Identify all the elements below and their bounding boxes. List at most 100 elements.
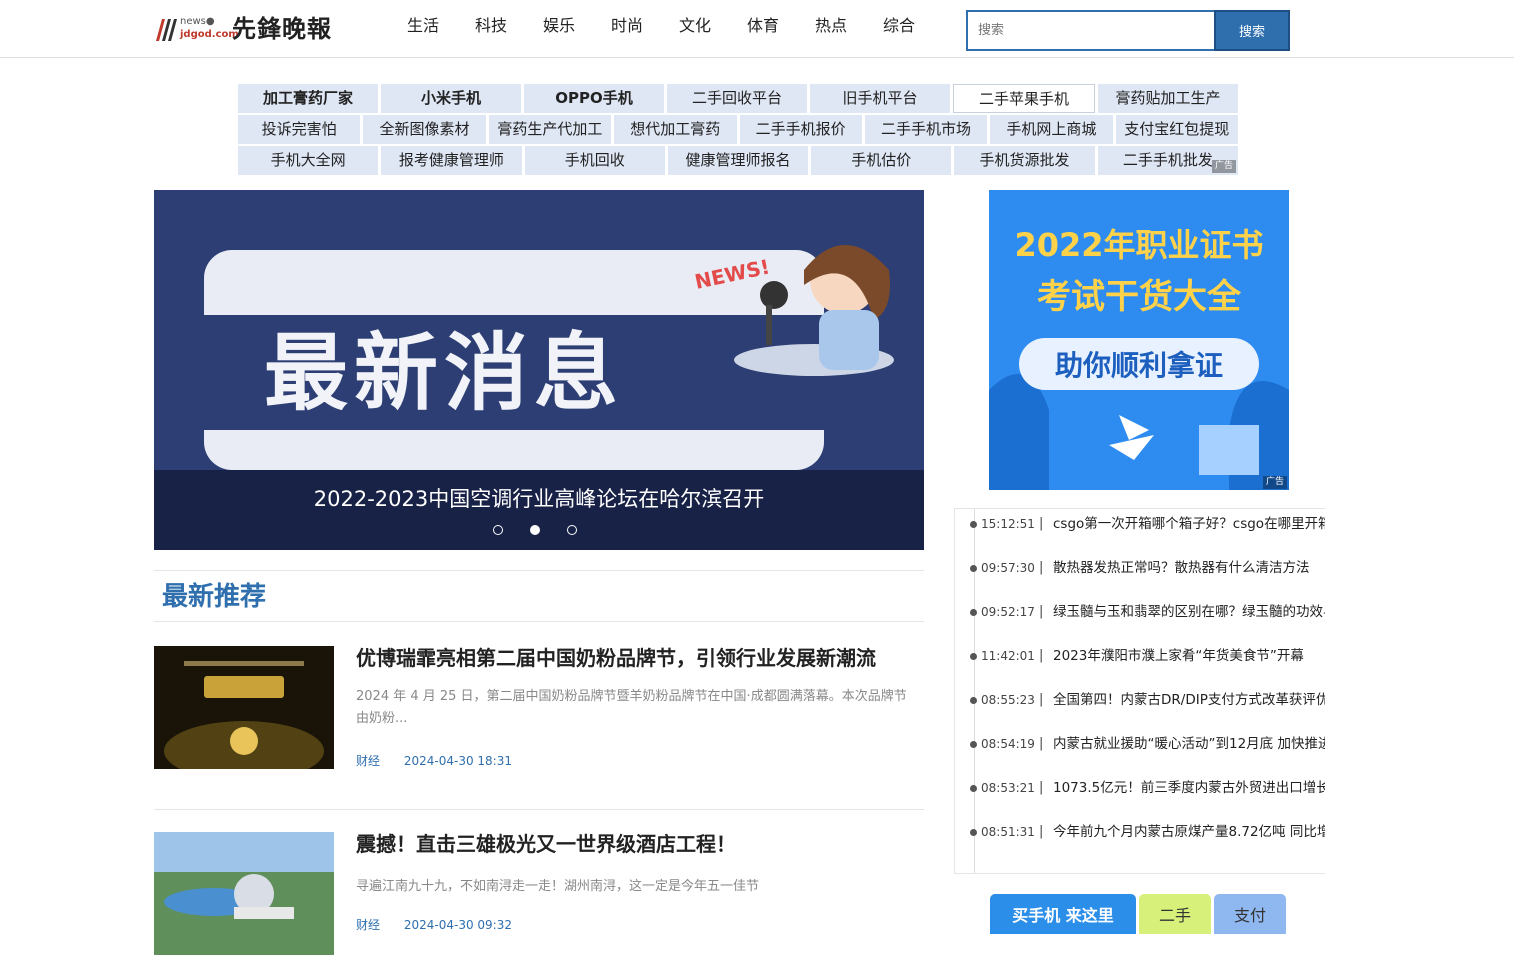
- article-thumbnail[interactable]: [154, 832, 334, 955]
- keyword-link[interactable]: 手机货源批发: [954, 146, 1095, 175]
- article-item: 震撼！直击三雄极光又一世界级酒店工程！ 寻遍江南九十九，不如南浔走一走！湖州南浔…: [154, 832, 924, 972]
- news-title[interactable]: csgo第一次开箱哪个箱子好？csgo在哪里开箱: [1053, 513, 1325, 535]
- news-title[interactable]: 绿玉髓与玉和翡翠的区别在哪？绿玉髓的功效与作用: [1053, 601, 1325, 623]
- keyword-link[interactable]: 手机回收: [524, 146, 665, 175]
- news-title[interactable]: 全国第四！内蒙古DR/DIP支付方式改革获评优秀: [1053, 689, 1325, 711]
- separator: |: [1039, 780, 1044, 795]
- article-date: 2024-04-30 18:31: [403, 754, 512, 768]
- site-logo[interactable]: news● jdgod.com 先鋒晚報: [154, 12, 334, 46]
- keyword-link[interactable]: 旧手机平台: [810, 84, 950, 113]
- bullet-icon: [970, 609, 977, 616]
- keyword-link[interactable]: 膏药生产代加工: [488, 115, 612, 144]
- side-advertisement[interactable]: 2022年职业证书 考试干货大全 助你顺利拿证 广告: [989, 190, 1289, 490]
- article-category[interactable]: 财经: [356, 918, 380, 932]
- keyword-link[interactable]: 二手苹果手机: [953, 84, 1095, 113]
- separator: |: [1039, 692, 1044, 707]
- search-box: 搜索: [966, 10, 1290, 51]
- nav-item-culture[interactable]: 文化: [661, 14, 729, 38]
- slider-dot[interactable]: [567, 525, 577, 535]
- article-item: 优博瑞霏亮相第二届中国奶粉品牌节，引领行业发展新潮流 2024 年 4 月 25…: [154, 646, 924, 786]
- ad-label: 广告: [1263, 476, 1288, 489]
- keyword-link[interactable]: 手机网上商城: [990, 115, 1113, 144]
- keyword-link[interactable]: 支付宝红包提现: [1115, 115, 1238, 144]
- keyword-link[interactable]: 投诉完害怕: [238, 115, 361, 144]
- promo-button-second-hand[interactable]: 二手: [1139, 894, 1211, 934]
- keyword-link[interactable]: 健康管理师报名: [667, 146, 809, 175]
- news-item[interactable]: 08:53:21 | 1073.5亿元！前三季度内蒙古外贸进出口增长: [969, 777, 1325, 799]
- bullet-icon: [970, 565, 977, 572]
- news-item[interactable]: 11:42:01 | 2023年濮阳市濮上家肴“年货美食节”开幕: [969, 645, 1325, 667]
- article-meta: 财经 2024-04-30 09:32: [356, 916, 532, 933]
- nav-item-sports[interactable]: 体育: [729, 14, 797, 38]
- news-title[interactable]: 1073.5亿元！前三季度内蒙古外贸进出口增长: [1053, 777, 1325, 799]
- article-meta: 财经 2024-04-30 18:31: [356, 752, 532, 769]
- nav-item-tech[interactable]: 科技: [457, 14, 525, 38]
- bullet-icon: [970, 829, 977, 836]
- news-item[interactable]: 09:52:17 | 绿玉髓与玉和翡翠的区别在哪？绿玉髓的功效与作用: [969, 601, 1325, 623]
- news-item[interactable]: 08:51:31 | 今年前九个月内蒙古原煤产量8.72亿吨 同比增长: [969, 821, 1325, 843]
- search-input[interactable]: [966, 10, 1214, 51]
- news-slider[interactable]: 最新消息 NEWS! 2022-2023中国空调行业高峰论坛在哈尔滨召开: [154, 190, 924, 550]
- news-item[interactable]: 08:54:19 | 内蒙古就业援助“暖心活动”到12月底 加快推进: [969, 733, 1325, 755]
- news-title[interactable]: 2023年濮阳市濮上家肴“年货美食节”开幕: [1053, 645, 1304, 667]
- keyword-link[interactable]: 想代加工膏药: [614, 115, 737, 144]
- keyword-link[interactable]: 二手手机市场: [864, 115, 988, 144]
- separator: |: [1039, 516, 1044, 531]
- section-header: 最新推荐: [154, 570, 924, 622]
- slider-banner-text: 最新消息: [264, 324, 624, 422]
- ad-banner-image: 2022年职业证书 考试干货大全 助你顺利拿证: [989, 190, 1289, 490]
- article-thumbnail[interactable]: [154, 646, 334, 769]
- keyword-link[interactable]: 加工膏药厂家: [238, 84, 378, 113]
- keyword-link[interactable]: 小米手机: [381, 84, 521, 113]
- news-title[interactable]: 散热器发热正常吗？散热器有什么清洁方法: [1053, 557, 1310, 579]
- keyword-link[interactable]: 膏药贴加工生产: [1098, 84, 1238, 113]
- promo-button-pay[interactable]: 支付: [1214, 894, 1286, 934]
- nav-item-general[interactable]: 综合: [865, 14, 933, 38]
- search-button[interactable]: 搜索: [1214, 10, 1290, 51]
- news-time: 08:55:23: [981, 693, 1035, 707]
- keyword-row: 手机大全网 报考健康管理师 手机回收 健康管理师报名 手机估价 手机货源批发 二…: [238, 146, 1238, 176]
- news-title[interactable]: 内蒙古就业援助“暖心活动”到12月底 加快推进: [1053, 733, 1325, 755]
- bullet-icon: [970, 785, 977, 792]
- keyword-link[interactable]: 手机大全网: [238, 146, 379, 175]
- news-item[interactable]: 08:55:23 | 全国第四！内蒙古DR/DIP支付方式改革获评优秀: [969, 689, 1325, 711]
- bottom-promo-buttons: 买手机 来这里 二手 支付: [990, 894, 1289, 934]
- promo-button-buy-phone[interactable]: 买手机 来这里: [990, 894, 1136, 934]
- keyword-link[interactable]: 全新图像素材: [363, 115, 486, 144]
- ad-label: 广告: [1212, 160, 1237, 173]
- article-title[interactable]: 优博瑞霏亮相第二届中国奶粉品牌节，引领行业发展新潮流: [356, 646, 876, 670]
- news-item[interactable]: 15:12:51 | csgo第一次开箱哪个箱子好？csgo在哪里开箱: [969, 513, 1325, 535]
- slider-dot[interactable]: [493, 525, 503, 535]
- article-title[interactable]: 震撼！直击三雄极光又一世界级酒店工程！: [356, 832, 736, 856]
- nav-item-entertainment[interactable]: 娱乐: [525, 14, 593, 38]
- news-item[interactable]: 09:57:30 | 散热器发热正常吗？散热器有什么清洁方法: [969, 557, 1325, 579]
- separator: |: [1039, 560, 1044, 575]
- section-title: 最新推荐: [162, 582, 267, 612]
- keyword-link[interactable]: 报考健康管理师: [381, 146, 522, 175]
- keyword-links: 加工膏药厂家 小米手机 OPPO手机 二手回收平台 旧手机平台 二手苹果手机 膏…: [238, 84, 1238, 177]
- nav-item-life[interactable]: 生活: [389, 14, 457, 38]
- bullet-icon: [970, 741, 977, 748]
- keyword-link[interactable]: 手机估价: [811, 146, 952, 175]
- slider-dots: [493, 525, 604, 535]
- news-time: 09:52:17: [981, 605, 1035, 619]
- slider-caption-text[interactable]: 2022-2023中国空调行业高峰论坛在哈尔滨召开: [154, 484, 924, 514]
- keyword-link[interactable]: 二手回收平台: [667, 84, 807, 113]
- main-nav: 生活 科技 娱乐 时尚 文化 体育 热点 综合: [389, 14, 933, 38]
- nav-item-hot[interactable]: 热点: [797, 14, 865, 38]
- keyword-link[interactable]: OPPO手机: [524, 84, 664, 113]
- slider-dot-active[interactable]: [530, 525, 540, 535]
- article-summary: 2024 年 4 月 25 日，第二届中国奶粉品牌节暨羊奶粉品牌节在中国·成都圆…: [356, 689, 907, 726]
- article-category[interactable]: 财经: [356, 754, 380, 768]
- separator: |: [1039, 648, 1044, 663]
- news-title[interactable]: 今年前九个月内蒙古原煤产量8.72亿吨 同比增长: [1053, 821, 1325, 843]
- news-time: 08:54:19: [981, 737, 1035, 751]
- news-time: 09:57:30: [981, 561, 1035, 575]
- keyword-link[interactable]: 二手手机报价: [739, 115, 862, 144]
- ad-line1: 2022年职业证书: [1014, 226, 1263, 264]
- ad-line2: 考试干货大全: [1037, 277, 1242, 317]
- logo-name: 先鋒晚報: [232, 14, 332, 43]
- article-summary: 寻遍江南九十九，不如南浔走一走！湖州南浔，这一定是今年五一佳节: [356, 879, 760, 894]
- article-divider: [154, 809, 924, 810]
- nav-item-fashion[interactable]: 时尚: [593, 14, 661, 38]
